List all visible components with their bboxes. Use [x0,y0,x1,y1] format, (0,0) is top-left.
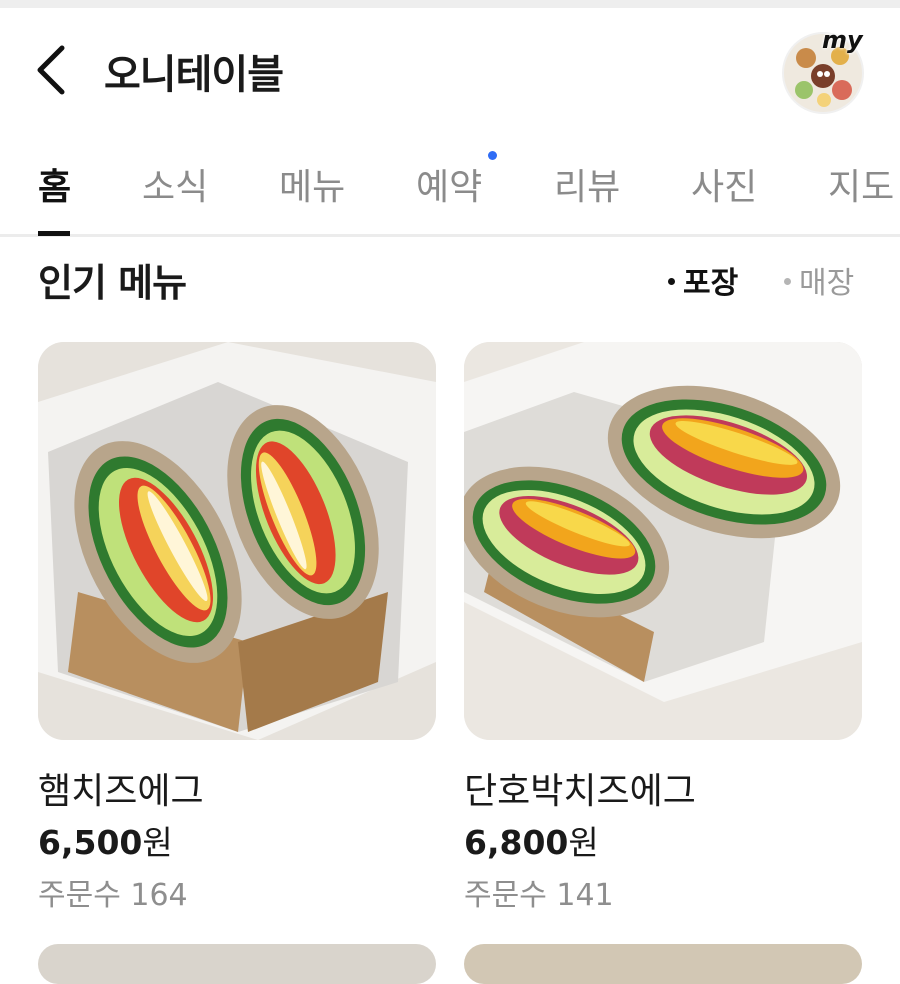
order-count: 주문수 141 [464,870,614,914]
order-count-value: 164 [130,878,188,913]
menu-price: 6,800원 [464,816,599,864]
tab-reviews[interactable]: 리뷰 [554,158,620,210]
tab-reservation[interactable]: 예약 [416,158,482,210]
active-tab-indicator [38,231,70,236]
tab-map[interactable]: 지도 [828,158,894,210]
price-number: 6,500 [38,823,143,862]
filter-label: 매장 [799,266,855,301]
price-number: 6,800 [464,823,569,862]
price-unit: 원 [142,823,173,862]
status-divider [0,0,900,8]
new-badge-dot [488,151,497,160]
filter-dine-in[interactable]: 매장 [784,258,854,302]
menu-photo [464,342,862,740]
menu-card[interactable]: 단호박치즈에그 6,800원 주문수 141 [464,342,862,913]
page-title: 오니테이블 [104,52,284,98]
filter-takeout[interactable]: 포장 [668,258,738,302]
menu-card[interactable]: 햄치즈에그 6,500원 주문수 164 [38,342,436,913]
price-unit: 원 [568,823,599,862]
back-button[interactable] [30,40,76,96]
tab-news[interactable]: 소식 [142,158,208,210]
chevron-left-icon [30,40,76,96]
menu-name: 햄치즈에그 [38,771,204,812]
tab-photos[interactable]: 사진 [691,158,757,210]
menu-card-peek[interactable] [38,944,436,984]
tab-menu[interactable]: 메뉴 [279,158,345,210]
order-count-label: 주문수 [464,878,547,913]
bullet-icon [784,278,791,285]
bullet-icon [668,278,675,285]
tab-home[interactable]: 홈 [38,158,71,210]
order-count-value: 141 [556,878,614,913]
menu-price: 6,500원 [38,816,173,864]
order-count-label: 주문수 [38,878,121,913]
filter-label: 포장 [683,266,739,301]
menu-name: 단호박치즈에그 [464,771,696,812]
menu-photo [38,342,436,740]
order-count: 주문수 164 [38,870,188,914]
app-header: 오니테이블 my [0,8,900,120]
menu-card-peek[interactable] [464,944,862,984]
tab-bar: 홈 소식 메뉴 예약 리뷰 사진 지도 [0,120,900,237]
avatar-badge: my [822,26,863,54]
section-title: 인기 메뉴 [38,261,187,305]
